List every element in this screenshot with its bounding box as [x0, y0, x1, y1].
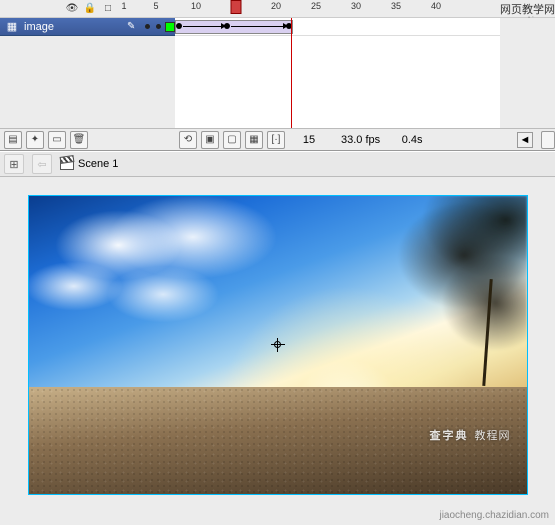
- ruler-mark: 40: [431, 1, 441, 11]
- onion-skin-button[interactable]: ▣: [201, 131, 219, 149]
- scroll-handle[interactable]: [541, 131, 555, 149]
- eye-column-icon[interactable]: 👁: [66, 3, 78, 15]
- tween-arrow: [231, 26, 283, 27]
- watermark-main-text: 查字典: [430, 430, 469, 442]
- visibility-dot[interactable]: [145, 24, 150, 29]
- onion-outline-button[interactable]: ▢: [223, 131, 241, 149]
- modify-markers-button[interactable]: [·]: [267, 131, 285, 149]
- clapper-icon: [60, 158, 74, 170]
- stage[interactable]: 查字典教程网: [28, 195, 528, 495]
- registration-point-icon: [271, 338, 285, 352]
- keyframe[interactable]: [224, 23, 230, 29]
- layers-body: ▦ image ✎: [0, 18, 555, 128]
- stage-wrap: 查字典教程网: [0, 177, 555, 513]
- palm-fronds: [317, 196, 526, 434]
- layer-color-chip[interactable]: [165, 22, 175, 32]
- ruler-mark: 25: [311, 1, 321, 11]
- pencil-icon: ✎: [127, 21, 141, 32]
- new-layer-button[interactable]: ▤: [4, 131, 22, 149]
- delete-layer-button[interactable]: 🗑: [70, 131, 88, 149]
- scene-name: Scene 1: [78, 158, 118, 170]
- back-button: ⇦: [32, 154, 52, 174]
- ruler-mark: 20: [271, 1, 281, 11]
- add-guide-button[interactable]: ▭: [48, 131, 66, 149]
- breadcrumb-bar: ⊞ ⇦ Scene 1: [0, 151, 555, 177]
- timeline-header: 👁 🔒 □ 1 5 10 15 20 25 30 35 40 网页教学网 www…: [0, 0, 555, 18]
- clouds: [29, 196, 328, 360]
- frames-area[interactable]: [175, 18, 500, 128]
- edit-scene-button[interactable]: ⊞: [4, 154, 24, 174]
- ruler-mark: 1: [121, 1, 126, 11]
- layer-column-headers: 👁 🔒 □: [0, 0, 120, 17]
- watermark-footer: jiaocheng.chazidian.com: [439, 510, 549, 521]
- layer-row-image[interactable]: ▦ image ✎: [0, 18, 175, 36]
- center-frame-button[interactable]: ⟲: [179, 131, 197, 149]
- playhead-line: [291, 18, 292, 128]
- ruler-mark: 10: [191, 1, 201, 11]
- current-frame-display: 15: [289, 134, 329, 146]
- outline-column-icon[interactable]: □: [102, 3, 114, 15]
- palm-trees: [317, 196, 526, 434]
- layer-name-label: image: [22, 21, 123, 33]
- beach-photo-symbol[interactable]: 查字典教程网: [29, 196, 527, 494]
- header-link[interactable]: 网页教学网 www.webjx.com: [500, 0, 555, 17]
- watermark-main: 查字典教程网: [430, 424, 511, 444]
- layer-toggles: [145, 24, 161, 29]
- frames-extra-pad: [500, 18, 555, 128]
- lock-column-icon[interactable]: 🔒: [84, 3, 96, 15]
- edit-multiple-button[interactable]: ▦: [245, 131, 263, 149]
- ruler-mark: 30: [351, 1, 361, 11]
- lock-dot[interactable]: [156, 24, 161, 29]
- playback-controls: ⟲ ▣ ▢ ▦ [·] 15 33.0 fps 0.4s ◄: [175, 131, 555, 149]
- ruler-mark: 35: [391, 1, 401, 11]
- fps-display: 33.0 fps: [333, 134, 388, 146]
- tween-arrow: [183, 26, 221, 27]
- playhead-marker[interactable]: [231, 0, 242, 14]
- tween-span[interactable]: [175, 20, 293, 34]
- layer-list: ▦ image ✎: [0, 18, 175, 128]
- new-folder-button[interactable]: ✦: [26, 131, 44, 149]
- timeline-panel: 👁 🔒 □ 1 5 10 15 20 25 30 35 40 网页教学网 www…: [0, 0, 555, 151]
- layer-buttons: ▤ ✦ ▭ 🗑: [0, 131, 175, 149]
- keyframe[interactable]: [176, 23, 182, 29]
- scene-breadcrumb[interactable]: Scene 1: [60, 158, 118, 170]
- timeline-footer: ▤ ✦ ▭ 🗑 ⟲ ▣ ▢ ▦ [·] 15 33.0 fps 0.4s ◄: [0, 128, 555, 150]
- watermark-sub-text: 教程网: [475, 430, 511, 442]
- ruler-mark: 5: [153, 1, 158, 11]
- layer-type-icon: ▦: [6, 21, 18, 33]
- frames-row[interactable]: [175, 18, 500, 36]
- header-link-text: 网页教学网: [500, 1, 555, 17]
- timeline-ruler[interactable]: 1 5 10 15 20 25 30 35 40: [120, 0, 500, 17]
- scroll-left-button[interactable]: ◄: [517, 132, 533, 148]
- elapsed-display: 0.4s: [392, 134, 432, 146]
